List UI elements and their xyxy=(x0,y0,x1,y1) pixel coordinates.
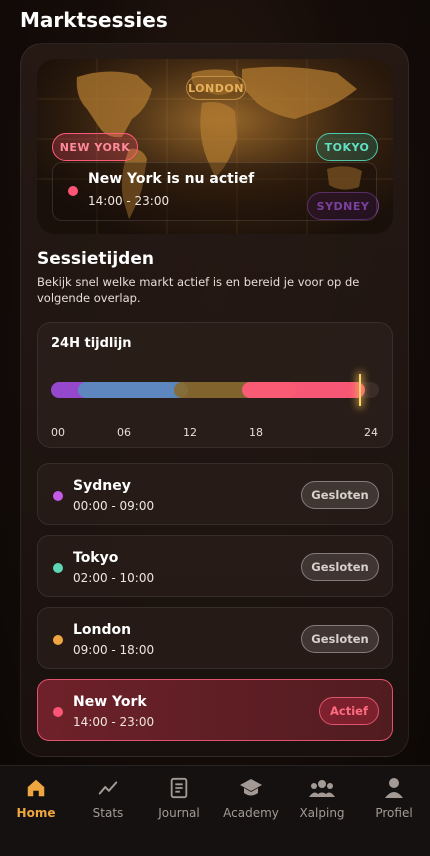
session-time: 02:00 - 10:00 xyxy=(73,571,155,585)
session-dot xyxy=(53,707,63,717)
session-card-new-york[interactable]: New York 14:00 - 23:00 Actief xyxy=(37,679,393,741)
timeline-track xyxy=(51,374,379,406)
session-card-tokyo[interactable]: Tokyo 02:00 - 10:00 Gesloten xyxy=(37,535,393,597)
timeline-tick: 18 xyxy=(249,426,263,439)
session-card-london[interactable]: London 09:00 - 18:00 Gesloten xyxy=(37,607,393,669)
session-time: 00:00 - 09:00 xyxy=(73,499,155,513)
timeline-tick: 00 xyxy=(51,426,65,439)
session-name: New York xyxy=(73,694,147,710)
session-name: Tokyo xyxy=(73,550,119,566)
status-badge[interactable]: Gesloten xyxy=(301,481,379,509)
timeline-segment-new-york xyxy=(242,382,366,398)
session-time: 14:00 - 23:00 xyxy=(73,715,155,729)
nav-item-home[interactable]: Home xyxy=(0,776,72,820)
world-map-card: LONDON NEW YORK TOKYO SYDNEY New York is… xyxy=(37,59,393,234)
home-icon xyxy=(0,776,72,800)
session-time: 09:00 - 18:00 xyxy=(73,643,155,657)
nav-item-profiel[interactable]: Profiel xyxy=(358,776,430,820)
section-title: Sessietijden xyxy=(37,249,154,269)
nav-label: Home xyxy=(16,806,56,820)
map-label-london: LONDON xyxy=(186,76,246,100)
session-name: London xyxy=(73,622,132,638)
timeline-tick: 06 xyxy=(117,426,131,439)
current-time-marker xyxy=(358,374,361,406)
timeline-tick: 12 xyxy=(183,426,197,439)
page-title: Marktsessies xyxy=(20,8,168,32)
nav-label: Xalping xyxy=(299,806,345,820)
active-session-box: New York is nu actief 14:00 - 23:00 xyxy=(52,162,377,221)
map-label-new-york: NEW YORK xyxy=(52,133,138,161)
bottom-navigation: Home Stats Journal Academy Xalping Profi… xyxy=(0,765,430,856)
user-icon xyxy=(358,776,430,800)
nav-item-stats[interactable]: Stats xyxy=(72,776,144,820)
map-label-tokyo: TOKYO xyxy=(316,133,378,161)
session-dot xyxy=(53,491,63,501)
session-dot xyxy=(53,563,63,573)
timeline-title: 24H tijdlijn xyxy=(51,336,132,351)
session-name: Sydney xyxy=(73,478,131,494)
people-icon xyxy=(286,776,358,800)
nav-label: Stats xyxy=(92,806,124,820)
nav-label: Profiel xyxy=(375,806,413,820)
nav-item-xalping[interactable]: Xalping xyxy=(286,776,358,820)
nav-item-journal[interactable]: Journal xyxy=(143,776,215,820)
status-badge[interactable]: Actief xyxy=(319,697,379,725)
timeline-tick: 24 xyxy=(364,426,378,439)
timeline-segment-tokyo xyxy=(78,382,188,398)
session-card-sydney[interactable]: Sydney 00:00 - 09:00 Gesloten xyxy=(37,463,393,525)
graduation-cap-icon xyxy=(215,776,287,800)
nav-item-academy[interactable]: Academy xyxy=(215,776,287,820)
chart-icon xyxy=(72,776,144,800)
active-status-dot xyxy=(68,186,78,196)
status-badge[interactable]: Gesloten xyxy=(301,553,379,581)
active-session-time: 14:00 - 23:00 xyxy=(88,194,170,208)
section-description: Bekijk snel welke markt actief is en ber… xyxy=(37,275,360,305)
journal-icon xyxy=(143,776,215,800)
status-badge[interactable]: Gesloten xyxy=(301,625,379,653)
nav-label: Journal xyxy=(158,806,200,820)
nav-label: Academy xyxy=(223,806,279,820)
active-session-title: New York is nu actief xyxy=(88,171,255,187)
timeline-card: 24H tijdlijn 00 06 12 18 24 xyxy=(37,322,393,448)
session-dot xyxy=(53,635,63,645)
